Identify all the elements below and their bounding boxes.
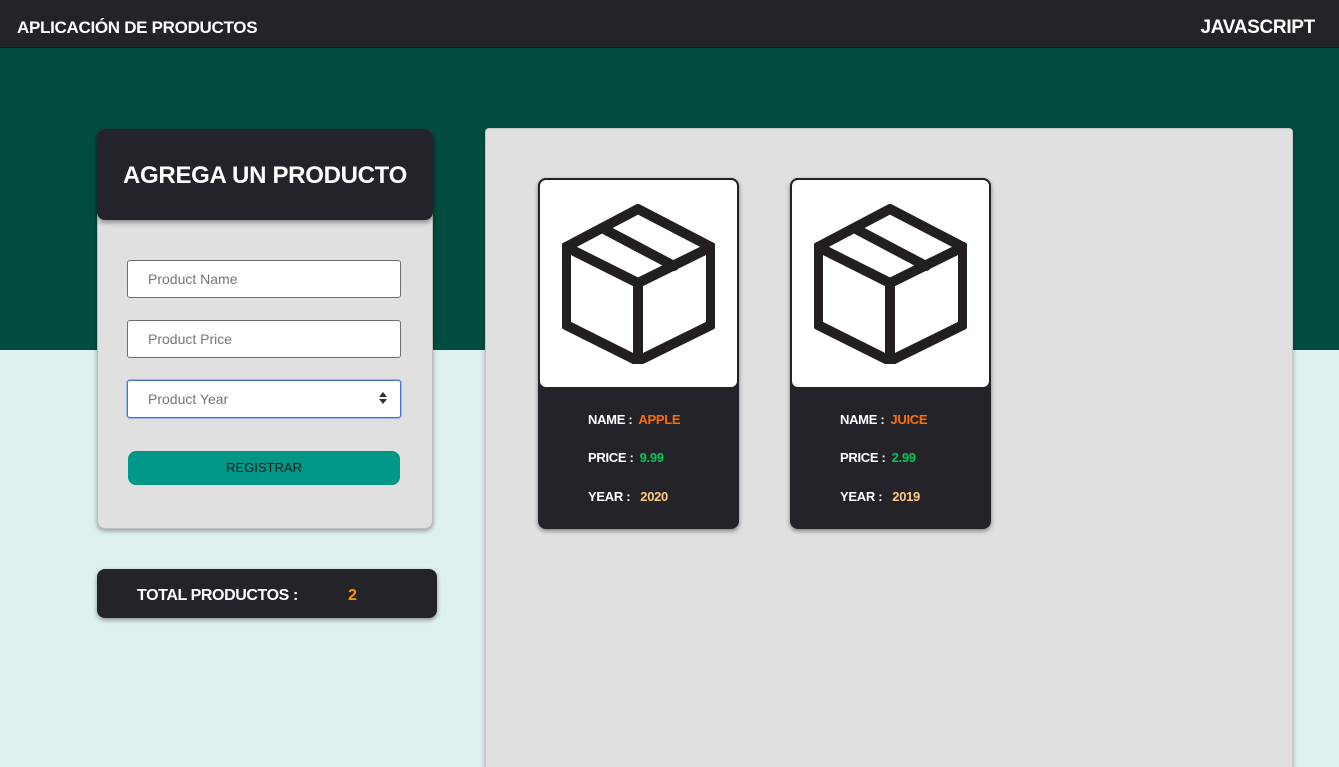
spinner-up-icon[interactable] [379,392,387,397]
price-value: 2.99 [891,450,916,465]
year-key: YEAR : [588,489,631,504]
price-key: PRICE : [588,450,634,465]
form-title: AGREGA UN PRODUCTO [123,162,407,189]
product-year-field [127,380,401,418]
product-year-row: YEAR : 2020 [588,489,668,504]
product-image [790,178,991,389]
number-spinner-icon[interactable] [378,392,388,406]
spinner-down-icon[interactable] [379,399,387,404]
app-title[interactable]: APLICACIÓN DE PRODUCTOS [17,18,258,38]
price-key: PRICE : [840,450,886,465]
total-count: 2 [348,587,357,604]
box-icon [562,204,715,364]
name-value: APPLE [638,412,681,427]
product-year-input[interactable] [128,381,400,417]
product-price-input[interactable] [128,321,400,357]
year-key: YEAR : [840,489,883,504]
top-navbar: APLICACIÓN DE PRODUCTOS JAVASCRIPT [0,0,1339,48]
year-value: 2019 [892,489,920,504]
name-value: JUICE [890,412,928,427]
product-card: NAME : APPLE PRICE : 9.99 YEAR : 2020 [538,178,739,529]
product-image [538,178,739,389]
total-products-card: TOTAL PRODUCTOS : 2 [97,569,437,618]
form-header: AGREGA UN PRODUCTO [97,129,433,220]
product-price-row: PRICE : 9.99 [588,450,664,465]
product-name-row: NAME : APPLE [588,412,681,427]
product-price-field [127,320,401,358]
name-key: NAME : [588,412,633,427]
product-name-input[interactable] [128,261,400,297]
price-value: 9.99 [639,450,664,465]
add-product-form: AGREGA UN PRODUCTO REGISTRAR [97,129,433,529]
product-list-panel: NAME : APPLE PRICE : 9.99 YEAR : 2020 NAME … [485,128,1293,767]
name-key: NAME : [840,412,885,427]
register-button[interactable]: REGISTRAR [128,451,400,485]
tech-label[interactable]: JAVASCRIPT [1200,17,1315,39]
year-value: 2020 [640,489,668,504]
product-price-row: PRICE : 2.99 [840,450,916,465]
product-name-field [127,260,401,298]
product-year-row: YEAR : 2019 [840,489,920,504]
product-card: NAME : JUICE PRICE : 2.99 YEAR : 2019 [790,178,991,529]
total-label: TOTAL PRODUCTOS : [137,587,298,604]
product-name-row: NAME : JUICE [840,412,928,427]
box-icon [814,204,967,364]
